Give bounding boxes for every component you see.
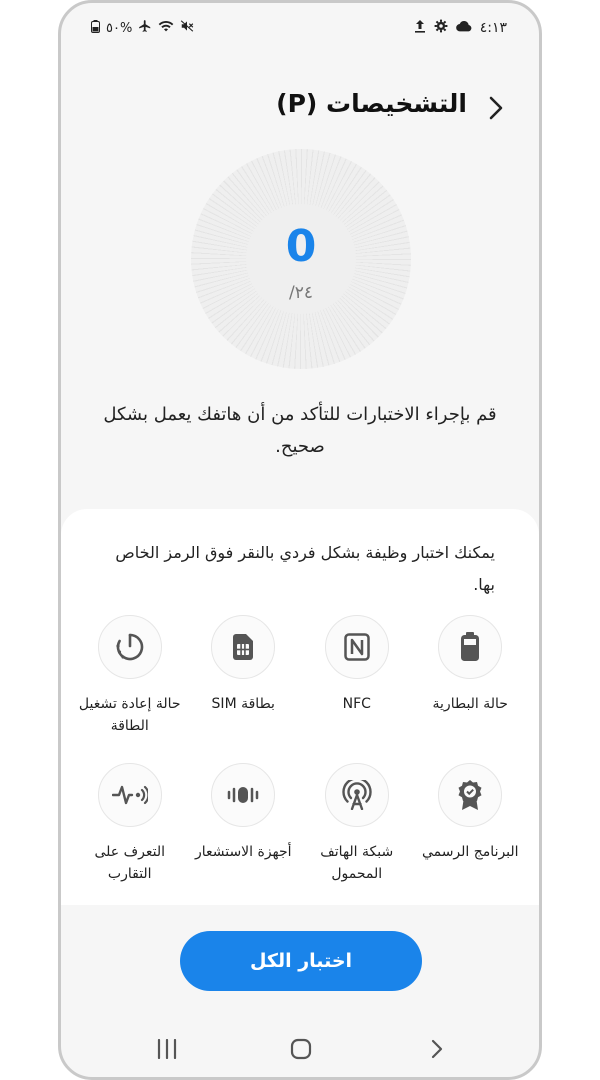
test-all-button[interactable]: اختبار الكل [180, 931, 422, 991]
airplane-icon [138, 19, 152, 37]
chevron-right-icon [489, 96, 503, 120]
test-label: حالة إعادة تشغيل الطاقة [78, 696, 181, 734]
test-icon-circle[interactable] [211, 763, 276, 827]
test-icon-circle[interactable] [438, 763, 503, 827]
recent-apps-icon [157, 1039, 177, 1059]
status-time: ٤:١٣ [479, 20, 507, 36]
test-label: البرنامج الرسمي [421, 844, 519, 860]
tests-card: يمكنك اختبار وظيفة بشكل فردي بالنقر فوق … [61, 509, 539, 905]
wifi-icon [158, 19, 174, 37]
recent-apps-button[interactable] [147, 1029, 187, 1069]
test-label: التعرف على التقارب [94, 844, 165, 882]
official-software-icon [458, 780, 482, 810]
battery-status-icon [91, 19, 100, 37]
test-icon-circle[interactable] [324, 763, 389, 827]
mute-icon [180, 19, 194, 37]
test-label: NFC [342, 696, 371, 712]
test-label: أجهزة الاستشعار [194, 844, 292, 860]
test-icon-circle[interactable] [97, 615, 162, 679]
cloud-icon [455, 20, 472, 36]
phone-frame: ٥٠% ٤:١٣ التشخيصات (P) 0 /٢٤ قم بإجراء ا… [58, 0, 542, 1080]
test-item-official-software[interactable]: البرنامج الرسمي [414, 763, 528, 893]
home-button[interactable] [281, 1029, 321, 1069]
progress-dial: 0 /٢٤ [191, 149, 411, 369]
proximity-icon [111, 785, 148, 805]
test-icon-circle[interactable] [97, 763, 162, 827]
back-nav-button[interactable] [417, 1029, 457, 1069]
tests-completed-count: 0 [285, 221, 317, 272]
power-restart-icon [116, 633, 143, 661]
test-icon-circle[interactable] [438, 615, 503, 679]
chevron-right-icon [431, 1039, 443, 1059]
navigation-bar [61, 1029, 539, 1069]
mobile-network-icon [342, 780, 372, 810]
nfc-icon [344, 633, 370, 661]
app-header: التشخيصات (P) [61, 83, 539, 133]
tests-grid: حالة البطارية NFC بطاقة SIM حالة إعادة ت… [73, 615, 527, 893]
test-item-battery[interactable]: حالة البطارية [414, 615, 528, 745]
page-title: التشخيصات (P) [276, 89, 467, 118]
battery-percent: ٥٠% [106, 20, 133, 36]
test-label: حالة البطارية [432, 696, 508, 712]
status-left: ٥٠% [91, 19, 194, 37]
description-text: قم بإجراء الاختبارات للتأكد من أن هاتفك … [103, 404, 497, 457]
test-item-nfc[interactable]: NFC [300, 615, 414, 745]
test-item-mobile-network[interactable]: شبكة الهاتف المحمول [300, 763, 414, 893]
card-instructions: يمكنك اختبار وظيفة بشكل فردي بالنقر فوق … [115, 543, 495, 594]
test-label: شبكة الهاتف المحمول [320, 844, 394, 882]
test-item-proximity[interactable]: التعرف على التقارب [73, 763, 187, 893]
test-icon-circle[interactable] [324, 615, 389, 679]
test-icon-circle[interactable] [211, 615, 276, 679]
sensors-icon [228, 787, 259, 803]
sim-card-icon [233, 634, 254, 660]
test-item-sim[interactable]: بطاقة SIM [187, 615, 301, 745]
test-item-power-restart[interactable]: حالة إعادة تشغيل الطاقة [73, 615, 187, 745]
upload-icon [414, 19, 426, 37]
test-item-sensors[interactable]: أجهزة الاستشعار [187, 763, 301, 893]
status-right: ٤:١٣ [414, 19, 507, 37]
tests-total: /٢٤ [289, 283, 313, 303]
settings-gear-icon [434, 19, 448, 37]
home-icon [290, 1038, 312, 1060]
test-label: بطاقة SIM [211, 696, 275, 712]
battery-icon [461, 632, 480, 661]
back-button[interactable] [481, 93, 511, 123]
status-bar: ٥٠% ٤:١٣ [61, 15, 539, 43]
